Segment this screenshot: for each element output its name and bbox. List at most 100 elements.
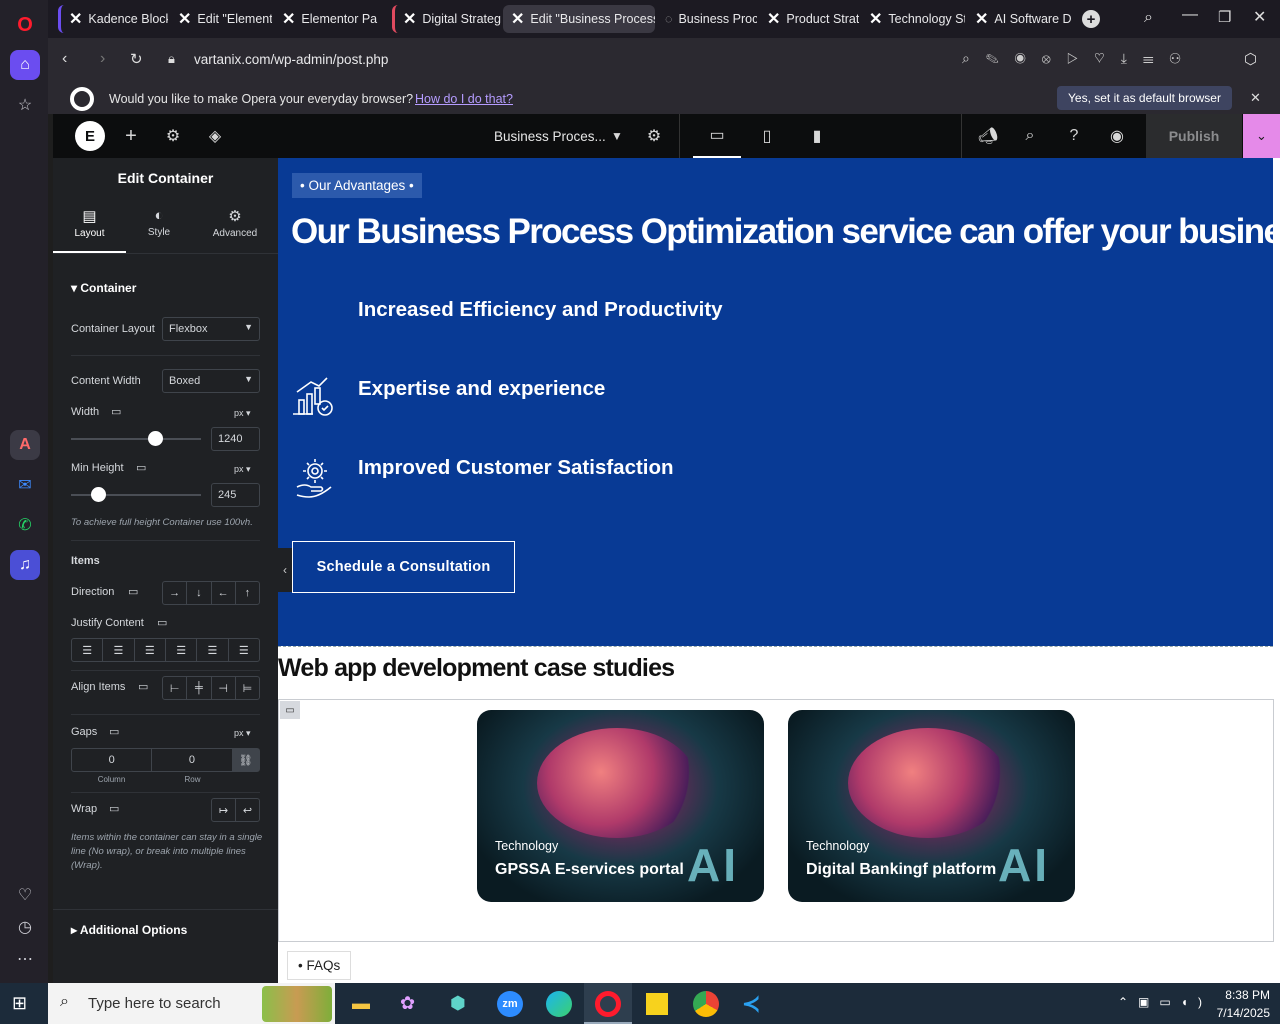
- desktop-responsive-icon[interactable]: ▭: [128, 585, 138, 598]
- case-study-card[interactable]: AI Technology Digital Bankingf platform: [788, 710, 1075, 902]
- direction-column-reverse-icon[interactable]: ↑: [236, 582, 259, 604]
- page-name[interactable]: Business Proces...: [494, 129, 606, 144]
- structure-icon[interactable]: ◈: [205, 126, 225, 146]
- direction-column-icon[interactable]: ↓: [187, 582, 212, 604]
- align-stretch-icon[interactable]: ⊨: [236, 677, 259, 699]
- aria-icon[interactable]: A: [10, 430, 40, 460]
- mobile-view-icon[interactable]: ▮: [793, 114, 841, 158]
- extensions-icon[interactable]: ⬡: [1244, 50, 1257, 68]
- notifications-icon[interactable]: 📣︎: [977, 126, 999, 146]
- site-settings-icon[interactable]: ⚙: [163, 126, 183, 146]
- more-icon[interactable]: ⋯: [10, 944, 40, 974]
- min-height-slider[interactable]: [71, 487, 201, 502]
- slider-handle[interactable]: [148, 431, 163, 446]
- address-tools-icons[interactable]: ⌕✎◉⊗▷♡⤓☰⚇: [962, 50, 1197, 67]
- direction-row-reverse-icon[interactable]: ←: [212, 582, 236, 604]
- justify-space-evenly-icon[interactable]: ☰: [229, 639, 259, 661]
- minimize-icon[interactable]: —: [1182, 6, 1198, 24]
- back-icon[interactable]: ‹: [62, 50, 67, 68]
- container-handle-icon[interactable]: ▭: [280, 701, 300, 719]
- width-unit[interactable]: px ▾: [234, 408, 251, 419]
- tab-kadence[interactable]: ✕ Kadence Block: [58, 5, 168, 33]
- tab-elementor-pa[interactable]: ✕ Elementor Pa: [274, 5, 380, 33]
- edge-icon[interactable]: [546, 991, 572, 1017]
- desktop-responsive-icon[interactable]: ▭: [109, 802, 119, 815]
- search-tabs-icon[interactable]: ⌕: [1144, 9, 1153, 27]
- desktop-responsive-icon[interactable]: ▭: [157, 616, 167, 629]
- page-settings-icon[interactable]: ⚙: [644, 126, 664, 146]
- tablet-view-icon[interactable]: ▯: [743, 114, 791, 158]
- banner-link[interactable]: How do I do that?: [415, 92, 513, 106]
- finder-search-icon[interactable]: ⌕: [1019, 126, 1041, 146]
- wrap-icon[interactable]: ↩: [236, 799, 259, 821]
- tab-ai-software[interactable]: ✕ AI Software D: [967, 5, 1071, 33]
- whatsapp-icon[interactable]: ✆: [10, 510, 40, 540]
- slider-handle[interactable]: [91, 487, 106, 502]
- desktop-view-icon[interactable]: ▭: [693, 114, 741, 158]
- app-icon[interactable]: ⬢: [450, 993, 466, 1014]
- desktop-responsive-icon[interactable]: ▭: [136, 461, 146, 474]
- tab-business-proc[interactable]: ◌ Business Proc: [657, 5, 757, 33]
- tab-digital-strategy[interactable]: ✕ Digital Strateg: [392, 5, 502, 33]
- clock-date[interactable]: 7/14/2025: [1206, 1006, 1270, 1020]
- additional-options-section[interactable]: ▸ Additional Options: [71, 923, 187, 937]
- tab-style[interactable]: ◐ Style: [126, 203, 192, 253]
- messenger-icon[interactable]: ✉: [10, 470, 40, 500]
- schedule-consultation-button[interactable]: Schedule a Consultation: [292, 541, 515, 593]
- tab-edit-business-process[interactable]: ✕ Edit "Business Process O: [503, 5, 655, 33]
- tab-technology[interactable]: ✕ Technology St: [861, 5, 965, 33]
- vscode-icon[interactable]: ≺: [742, 991, 760, 1017]
- reload-icon[interactable]: ↻: [130, 50, 143, 68]
- page-chevron-down-icon[interactable]: ▼: [609, 126, 625, 146]
- desktop-responsive-icon[interactable]: ▭: [109, 725, 119, 738]
- align-start-icon[interactable]: ⊢: [163, 677, 188, 699]
- set-default-button[interactable]: Yes, set it as default browser: [1057, 86, 1232, 110]
- justify-space-between-icon[interactable]: ☰: [166, 639, 198, 661]
- content-width-select[interactable]: Boxed ▼: [162, 369, 260, 393]
- tab-advanced[interactable]: ⚙ Advanced: [199, 203, 271, 253]
- min-height-unit[interactable]: px ▾: [234, 464, 251, 475]
- new-tab-icon[interactable]: +: [1082, 10, 1100, 28]
- justify-center-icon[interactable]: ☰: [103, 639, 135, 661]
- gap-column-input[interactable]: 0: [72, 749, 153, 771]
- tab-layout[interactable]: ▤ Layout: [53, 203, 126, 253]
- section-container[interactable]: ▾ Container: [71, 281, 136, 295]
- opera-taskbar-item[interactable]: [584, 983, 632, 1024]
- gap-row-input[interactable]: 0: [152, 749, 233, 771]
- restore-icon[interactable]: ❐: [1218, 8, 1231, 26]
- sticky-notes-icon[interactable]: [646, 993, 668, 1015]
- case-studies-container[interactable]: [278, 699, 1274, 942]
- clock-time[interactable]: 8:38 PM: [1206, 988, 1270, 1002]
- preview-icon[interactable]: ◉: [1106, 126, 1128, 146]
- file-explorer-icon[interactable]: ▬: [352, 993, 370, 1014]
- opera-logo-icon[interactable]: O: [10, 10, 40, 40]
- desktop-responsive-icon[interactable]: ▭: [138, 680, 148, 693]
- publish-button[interactable]: Publish: [1146, 114, 1242, 158]
- gaps-unit[interactable]: px ▾: [234, 728, 251, 739]
- justify-end-icon[interactable]: ☰: [135, 639, 166, 661]
- align-end-icon[interactable]: ⊣: [212, 677, 236, 699]
- no-wrap-icon[interactable]: ↦: [212, 799, 236, 821]
- close-window-icon[interactable]: ✕: [1253, 7, 1266, 27]
- home-icon[interactable]: ⌂: [10, 50, 40, 80]
- align-center-icon[interactable]: ╪: [187, 677, 212, 699]
- zoom-icon[interactable]: zm: [497, 991, 523, 1017]
- elementor-logo-icon[interactable]: E: [75, 121, 105, 151]
- heart-icon[interactable]: ♡: [10, 880, 40, 910]
- chrome-icon[interactable]: [693, 991, 719, 1017]
- history-icon[interactable]: ◷: [10, 912, 40, 942]
- width-input[interactable]: 1240: [211, 427, 260, 451]
- container-layout-select[interactable]: Flexbox ▼: [162, 317, 260, 341]
- case-study-card[interactable]: AI Technology GPSSA E-services portal: [477, 710, 764, 902]
- star-icon[interactable]: ☆: [10, 90, 40, 120]
- desktop-responsive-icon[interactable]: ▭: [111, 405, 121, 418]
- width-slider[interactable]: [71, 431, 201, 446]
- collapse-panel-icon[interactable]: ‹: [278, 548, 292, 592]
- add-element-icon[interactable]: +: [121, 125, 141, 147]
- justify-space-around-icon[interactable]: ☰: [197, 639, 229, 661]
- publish-options-chevron-icon[interactable]: ⌄: [1243, 114, 1280, 158]
- banner-close-icon[interactable]: ✕: [1250, 90, 1261, 106]
- help-icon[interactable]: ?: [1063, 126, 1085, 146]
- app-icon[interactable]: ✿: [400, 993, 415, 1014]
- taskbar-search-box[interactable]: ⌕ Type here to search: [48, 983, 335, 1024]
